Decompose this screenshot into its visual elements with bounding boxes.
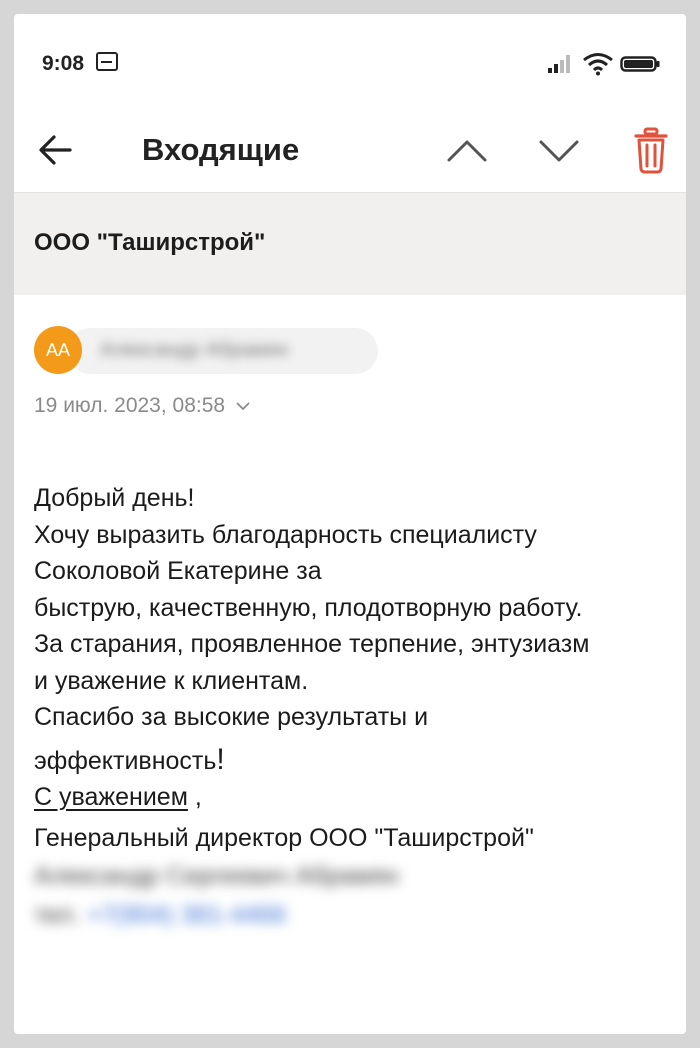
next-email-button[interactable]: [536, 128, 582, 174]
subject-bar: ООО "Таширстрой": [14, 192, 686, 295]
closing-comma: ,: [187, 783, 202, 811]
body-line: быструю, качественную, плодотворную рабо…: [34, 593, 583, 622]
sender-name: Александр Абрамян: [100, 339, 289, 361]
chevron-down-icon: [236, 402, 250, 411]
mail-notification-icon: [96, 52, 118, 71]
avatar[interactable]: АА: [34, 326, 82, 374]
arrow-left-icon: [39, 135, 72, 165]
sender-row[interactable]: АА Александр Абрамян: [34, 326, 384, 376]
body-line: Спасибо за высокие результаты и: [34, 703, 429, 731]
battery-icon: [620, 56, 660, 72]
signal-icon: [548, 55, 570, 73]
status-bar: 9:08: [14, 14, 686, 110]
page-title: Входящие: [142, 132, 300, 167]
back-button[interactable]: [36, 130, 76, 170]
body-line: эффективность!: [34, 742, 674, 780]
phone-screen: 9:08 Входящие ООО "Таширстрой" АА Алекса…: [14, 14, 686, 1034]
closing: С уважением: [34, 783, 188, 811]
chevron-down-icon: [539, 140, 579, 162]
previous-email-button[interactable]: [444, 128, 490, 174]
signature-name: Александр Сергеевич Абрамян: [34, 862, 399, 890]
toolbar: Входящие: [14, 110, 686, 192]
closing-line: С уважением ,: [34, 779, 674, 816]
body-line: Добрый день!: [34, 484, 195, 512]
body-line: Хочу выразить благодарность специалисту: [34, 520, 537, 549]
signature-title: Генеральный директор ООО "Таширстрой": [34, 823, 534, 852]
status-time: 9:08: [42, 52, 85, 75]
phone-prefix: тел.: [34, 900, 80, 929]
phone-link[interactable]: +7(904) 381-4466: [87, 901, 286, 929]
body-line: Соколовой Екатерине за: [34, 557, 322, 585]
body-line: За старания, проявленное терпение, энтуз…: [34, 630, 590, 658]
chevron-up-icon: [447, 140, 487, 162]
delete-button[interactable]: [634, 126, 668, 174]
exclamation: !: [216, 742, 225, 776]
signature-phone: тел. +7(904) 381-4466: [34, 897, 674, 934]
email-date-text: 19 июл. 2023, 08:58: [34, 394, 226, 417]
body-text: эффективность: [34, 746, 217, 775]
body-line: и уважение к клиентам.: [34, 666, 309, 695]
wifi-icon: [583, 53, 613, 76]
trash-icon: [634, 127, 668, 174]
email-date[interactable]: 19 июл. 2023, 08:58: [34, 394, 251, 418]
email-body: Добрый день! Хочу выразить благодарность…: [34, 480, 674, 933]
email-subject: ООО "Таширстрой": [34, 229, 266, 256]
